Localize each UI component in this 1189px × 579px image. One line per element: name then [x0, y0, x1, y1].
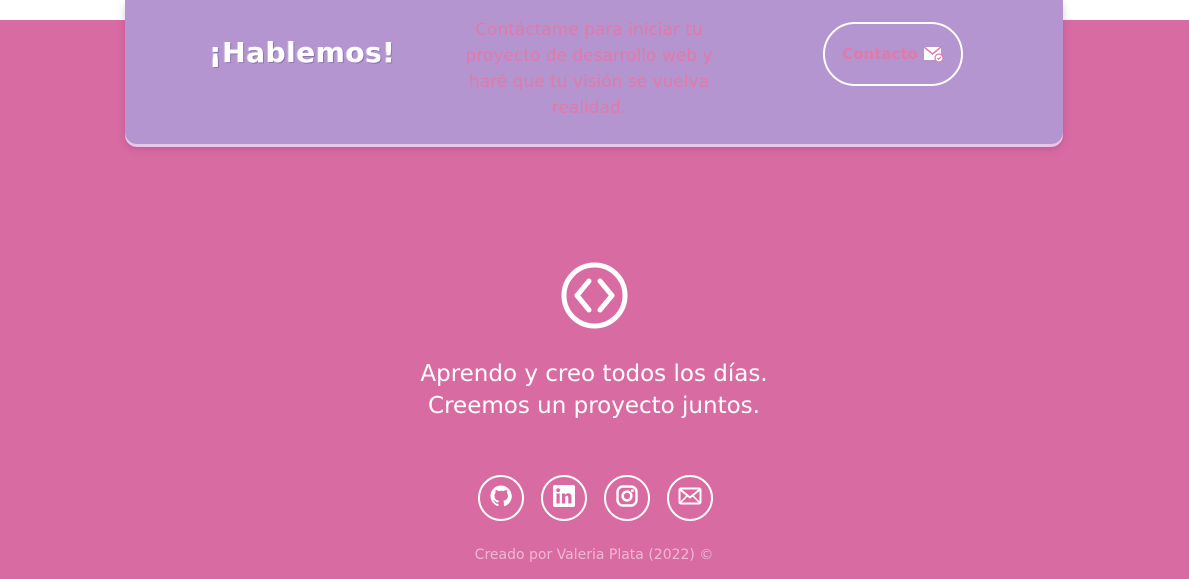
instagram-icon: [616, 484, 638, 512]
cta-title: ¡Hablemos!: [209, 36, 396, 69]
cta-description: Contáctame para iniciar tu proyecto de d…: [465, 20, 713, 118]
contact-button-label: Contacto: [842, 45, 918, 63]
social-links: [478, 475, 713, 521]
mail-send-icon: [923, 46, 944, 62]
code-brackets-icon: [561, 262, 628, 329]
copyright-text: Creado por Valeria Plata (2022) ©: [474, 547, 714, 563]
footer-tagline: Aprendo y creo todos los días. Creemos u…: [394, 358, 794, 422]
contact-button[interactable]: Contacto: [823, 22, 963, 86]
tagline-line-1: Aprendo y creo todos los días.: [420, 361, 768, 387]
tagline-line-2: Creemos un proyecto juntos.: [428, 393, 760, 419]
contact-cta-card: ¡Hablemos! Contáctame para iniciar tu pr…: [125, 0, 1063, 144]
email-icon: [678, 487, 702, 510]
github-link[interactable]: [478, 475, 524, 521]
instagram-link[interactable]: [604, 475, 650, 521]
github-icon: [489, 484, 513, 513]
linkedin-link[interactable]: [541, 475, 587, 521]
email-link[interactable]: [667, 475, 713, 521]
linkedin-icon: [553, 484, 575, 512]
